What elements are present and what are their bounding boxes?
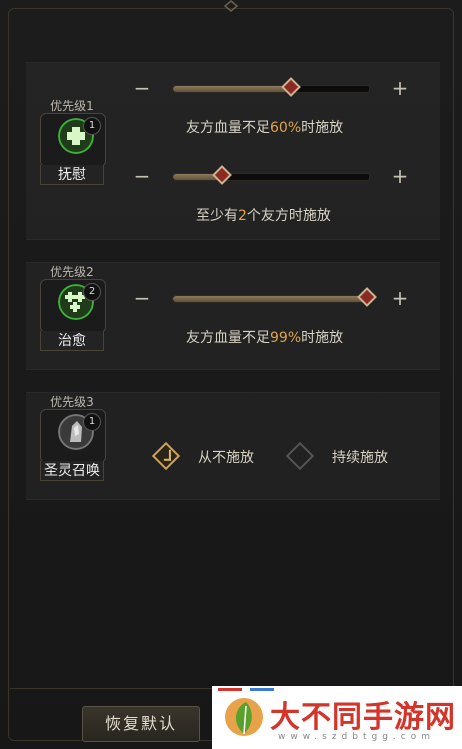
priority-label: 优先级1: [50, 99, 94, 113]
skill-icon-frame: 2: [40, 279, 106, 333]
decrease-button[interactable]: −: [130, 77, 154, 101]
skill-icon-frame: 1: [40, 409, 106, 463]
skill-count-badge: 2: [83, 283, 101, 301]
option-label: 持续施放: [332, 450, 388, 466]
caption-text: 时施放: [301, 120, 344, 136]
priority-row-3: 优先级3 1 圣灵召唤 从不施放 持续施放: [26, 392, 440, 500]
option-checkbox[interactable]: [285, 441, 315, 471]
caption-text: 友方血量不足: [186, 330, 270, 346]
option-checkbox[interactable]: [151, 441, 181, 471]
slider-thumb[interactable]: [357, 287, 377, 307]
increase-button[interactable]: +: [388, 287, 412, 311]
hp-threshold-slider[interactable]: [172, 77, 370, 97]
settings-panel: 优先级1 1 抚慰 − + 友方血量不足60%时施放 − + 至少有2个友方时施…: [0, 0, 462, 749]
caption-value: 2: [238, 208, 247, 224]
slider-thumb[interactable]: [212, 165, 232, 185]
slider-thumb[interactable]: [280, 77, 301, 97]
check-icon: [163, 449, 171, 461]
caption-value: 60%: [270, 120, 302, 136]
caption-value: 99%: [270, 330, 302, 346]
watermark-title: 大不同手游网: [270, 700, 456, 735]
skill-icon-frame: 1: [40, 113, 106, 167]
decrease-button[interactable]: −: [130, 165, 154, 189]
top-ornament-icon: [223, 0, 239, 12]
hp-threshold-caption: 友方血量不足60%时施放: [186, 117, 343, 137]
ally-count-caption: 至少有2个友方时施放: [196, 205, 331, 225]
caption-text: 友方血量不足: [186, 120, 270, 136]
priority-label: 优先级3: [50, 395, 94, 409]
priority-row-2: 优先级2 2 治愈 − + 友方血量不足99%时施放: [26, 262, 440, 370]
option-label: 从不施放: [198, 450, 254, 466]
caption-text: 个友方时施放: [246, 208, 331, 224]
skill-name: 抚慰: [40, 165, 104, 185]
priority-row-1: 优先级1 1 抚慰 − + 友方血量不足60%时施放 − + 至少有2个友方时施…: [26, 62, 440, 240]
hp-threshold-slider[interactable]: [172, 287, 377, 307]
caption-text: 时施放: [301, 330, 344, 346]
watermark-bars-icon: [218, 688, 274, 691]
decrease-button[interactable]: −: [130, 287, 154, 311]
increase-button[interactable]: +: [388, 77, 412, 101]
increase-button[interactable]: +: [388, 165, 412, 189]
ally-count-slider[interactable]: [172, 165, 370, 185]
watermark: 大不同手游网 www.szdbtgg.com: [212, 686, 462, 749]
skill-name: 治愈: [40, 331, 104, 351]
option-always-cast[interactable]: 持续施放: [285, 441, 418, 471]
slider-fill: [173, 296, 368, 302]
slider-fill: [173, 86, 291, 92]
watermark-url: www.szdbtgg.com: [278, 732, 435, 742]
skill-count-badge: 1: [83, 117, 101, 135]
reset-default-button[interactable]: 恢复默认: [82, 706, 200, 742]
skill-count-badge: 1: [83, 413, 101, 431]
skill-name: 圣灵召唤: [40, 461, 104, 481]
leaf-logo-icon: [225, 698, 263, 736]
hp-threshold-caption: 友方血量不足99%时施放: [186, 327, 343, 347]
priority-label: 优先级2: [50, 265, 94, 279]
option-never-cast[interactable]: 从不施放: [151, 441, 274, 471]
caption-text: 至少有: [196, 208, 238, 224]
